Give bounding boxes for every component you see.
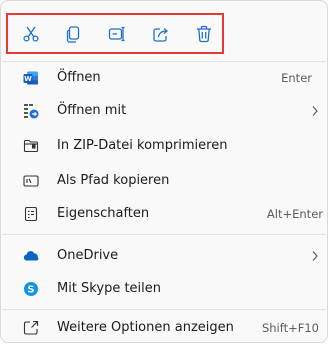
rename-button[interactable]	[108, 24, 126, 44]
word-icon: W	[23, 70, 39, 86]
cut-button[interactable]	[22, 24, 40, 44]
menu-item-copy-as-path[interactable]: Als Pfad kopieren	[1, 164, 327, 197]
shortcut-text: Alt+Enter	[266, 206, 323, 221]
menu-item-label: Öffnen mit	[57, 103, 127, 118]
zip-folder-icon	[23, 138, 39, 154]
context-menu: W Öffnen Enter Öffnen mit In ZIP-Datei k…	[0, 0, 328, 343]
menu-item-open[interactable]: W Öffnen Enter	[1, 61, 327, 94]
menu-item-properties[interactable]: Eigenschaften Alt+Enter	[1, 197, 327, 230]
menu-item-label: In ZIP-Datei komprimieren	[57, 138, 228, 153]
skype-icon: S	[23, 281, 39, 297]
menu-item-label: Als Pfad kopieren	[57, 173, 170, 188]
copy-button[interactable]	[66, 24, 82, 44]
scissors-icon	[23, 26, 39, 42]
shortcut-text: Shift+F10	[261, 320, 319, 335]
shortcut-text: Enter	[281, 70, 312, 85]
share-button[interactable]	[152, 24, 170, 44]
chevron-right-icon	[312, 250, 318, 261]
menu-item-open-with[interactable]: Öffnen mit	[1, 94, 327, 127]
svg-text:W: W	[24, 75, 32, 83]
open-with-icon	[23, 103, 39, 119]
trash-icon	[197, 25, 211, 42]
quick-actions-toolbar	[6, 13, 224, 54]
separator	[2, 234, 326, 235]
copy-icon	[66, 25, 80, 43]
menu-item-label: OneDrive	[57, 248, 119, 263]
separator	[2, 309, 326, 310]
menu-item-onedrive[interactable]: OneDrive	[1, 239, 327, 272]
menu-item-share-skype[interactable]: S Mit Skype teilen	[1, 272, 327, 305]
rename-icon	[108, 26, 125, 41]
properties-icon	[23, 206, 39, 222]
menu-item-label: Öffnen	[57, 70, 101, 85]
more-options-icon	[23, 320, 39, 336]
menu-item-show-more-options[interactable]: Weitere Optionen anzeigen Shift+F10	[1, 311, 327, 344]
menu-item-label: Weitere Optionen anzeigen	[57, 320, 234, 335]
delete-button[interactable]	[196, 24, 212, 44]
share-icon	[153, 27, 169, 42]
menu-item-label: Mit Skype teilen	[57, 281, 162, 296]
menu-item-label: Eigenschaften	[57, 206, 150, 221]
onedrive-cloud-icon	[23, 248, 39, 264]
menu-item-compress-zip[interactable]: In ZIP-Datei komprimieren	[1, 129, 327, 162]
path-icon	[23, 173, 39, 189]
svg-text:S: S	[27, 284, 34, 295]
chevron-right-icon	[312, 105, 318, 116]
